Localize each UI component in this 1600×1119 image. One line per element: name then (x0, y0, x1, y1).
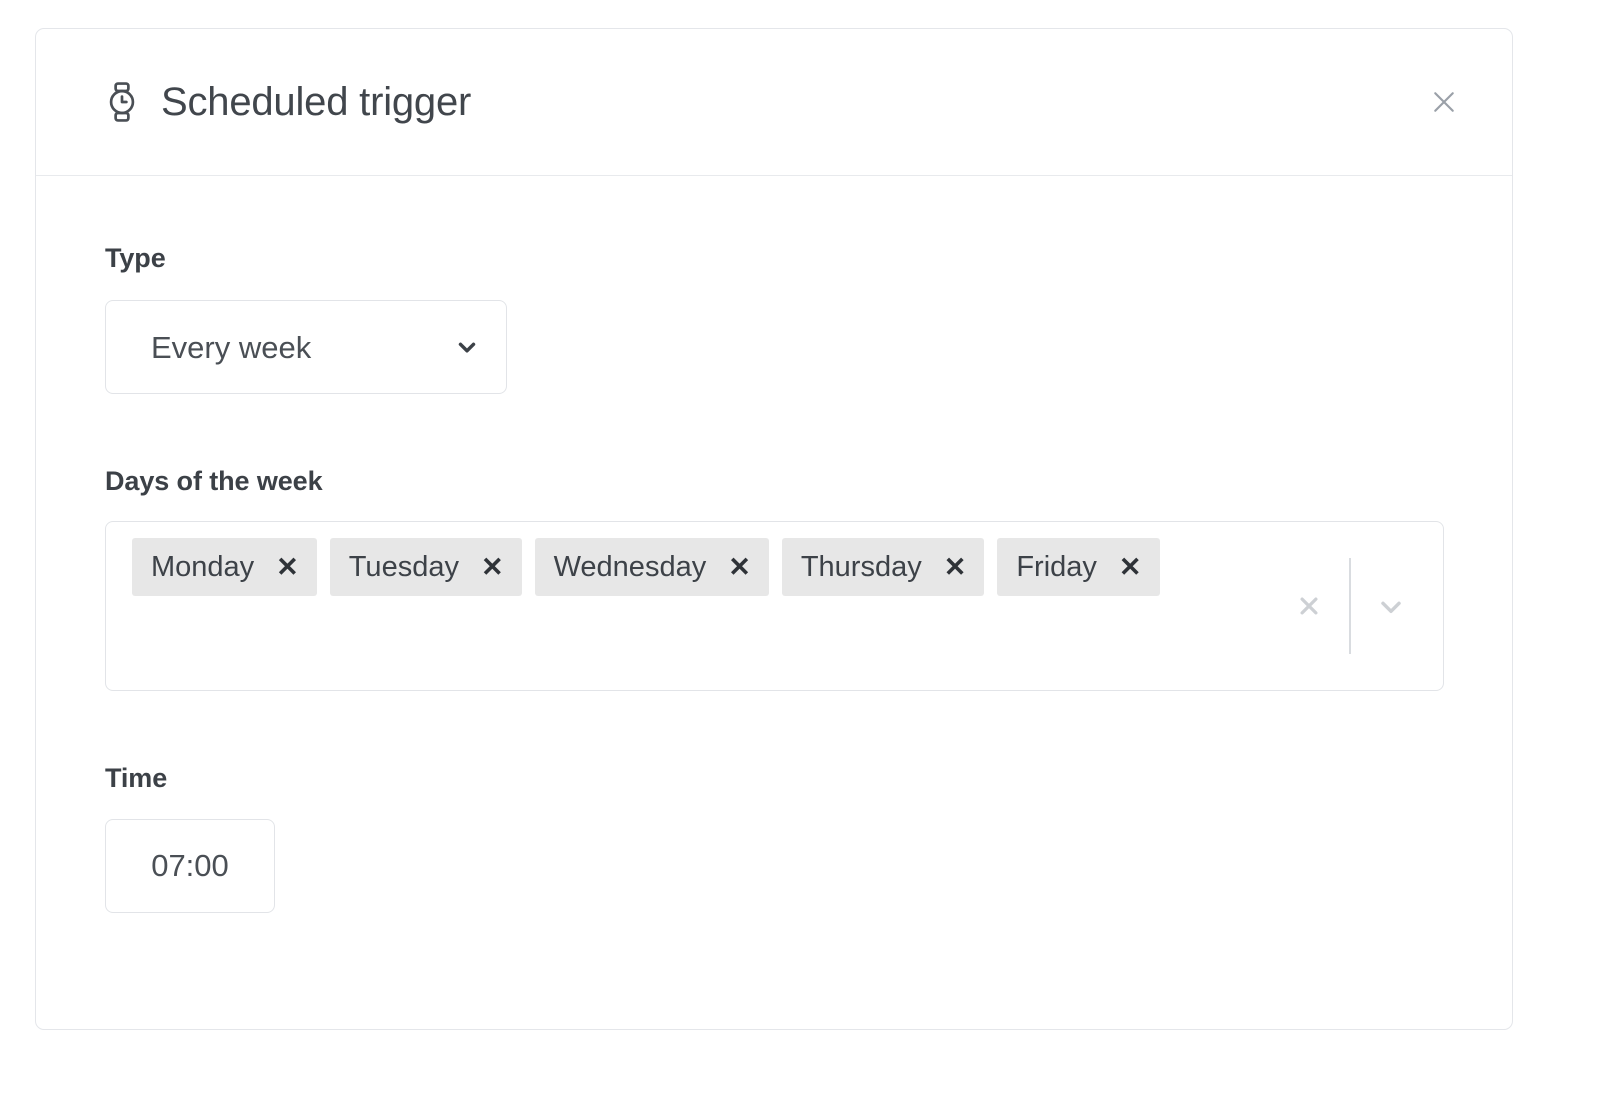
type-select[interactable]: Every week (105, 300, 507, 394)
tag-remove-icon[interactable]: ✕ (944, 553, 967, 581)
type-field: Type Every week (105, 245, 1468, 394)
time-label: Time (105, 763, 168, 793)
tag-remove-icon[interactable]: ✕ (481, 553, 504, 581)
tag-label: Friday (1016, 550, 1097, 583)
chevron-down-icon[interactable] (1363, 578, 1419, 634)
tag-label: Tuesday (348, 550, 459, 583)
watch-icon (105, 82, 139, 122)
clear-all-icon[interactable] (1281, 578, 1337, 634)
time-field: Time (105, 765, 1468, 913)
close-icon[interactable] (1422, 80, 1466, 124)
tag-remove-icon[interactable]: ✕ (1119, 553, 1142, 581)
tag-label: Thursday (800, 550, 922, 583)
type-label: Type (105, 243, 166, 273)
days-of-week-field: Days of the week Monday ✕ Tuesday ✕ Wedn… (105, 468, 1468, 691)
tag-remove-icon[interactable]: ✕ (728, 553, 751, 581)
tag-label: Monday (151, 550, 255, 583)
indicator-separator (1349, 558, 1351, 654)
panel-header-left: Scheduled trigger (105, 82, 471, 122)
list-item: Friday ✕ (997, 538, 1160, 596)
tag-remove-icon[interactable]: ✕ (276, 553, 299, 581)
time-input[interactable] (105, 819, 275, 913)
scheduled-trigger-panel: Scheduled trigger Type Every week Days o… (35, 28, 1513, 1030)
days-of-week-label: Days of the week (105, 466, 323, 496)
list-item: Tuesday ✕ (329, 538, 522, 596)
chevron-down-icon (454, 334, 480, 360)
list-item: Wednesday ✕ (534, 538, 769, 596)
multiselect-indicators (1281, 522, 1419, 690)
page-title: Scheduled trigger (161, 80, 472, 124)
panel-body: Type Every week Days of the week Monday … (36, 176, 1512, 953)
days-of-week-multiselect[interactable]: Monday ✕ Tuesday ✕ Wednesday ✕ Thursday … (105, 521, 1444, 691)
type-select-value: Every week (151, 329, 312, 365)
tag-label: Wednesday (553, 550, 707, 583)
panel-header: Scheduled trigger (36, 29, 1512, 176)
list-item: Thursday ✕ (781, 538, 985, 596)
list-item: Monday ✕ (132, 538, 317, 596)
